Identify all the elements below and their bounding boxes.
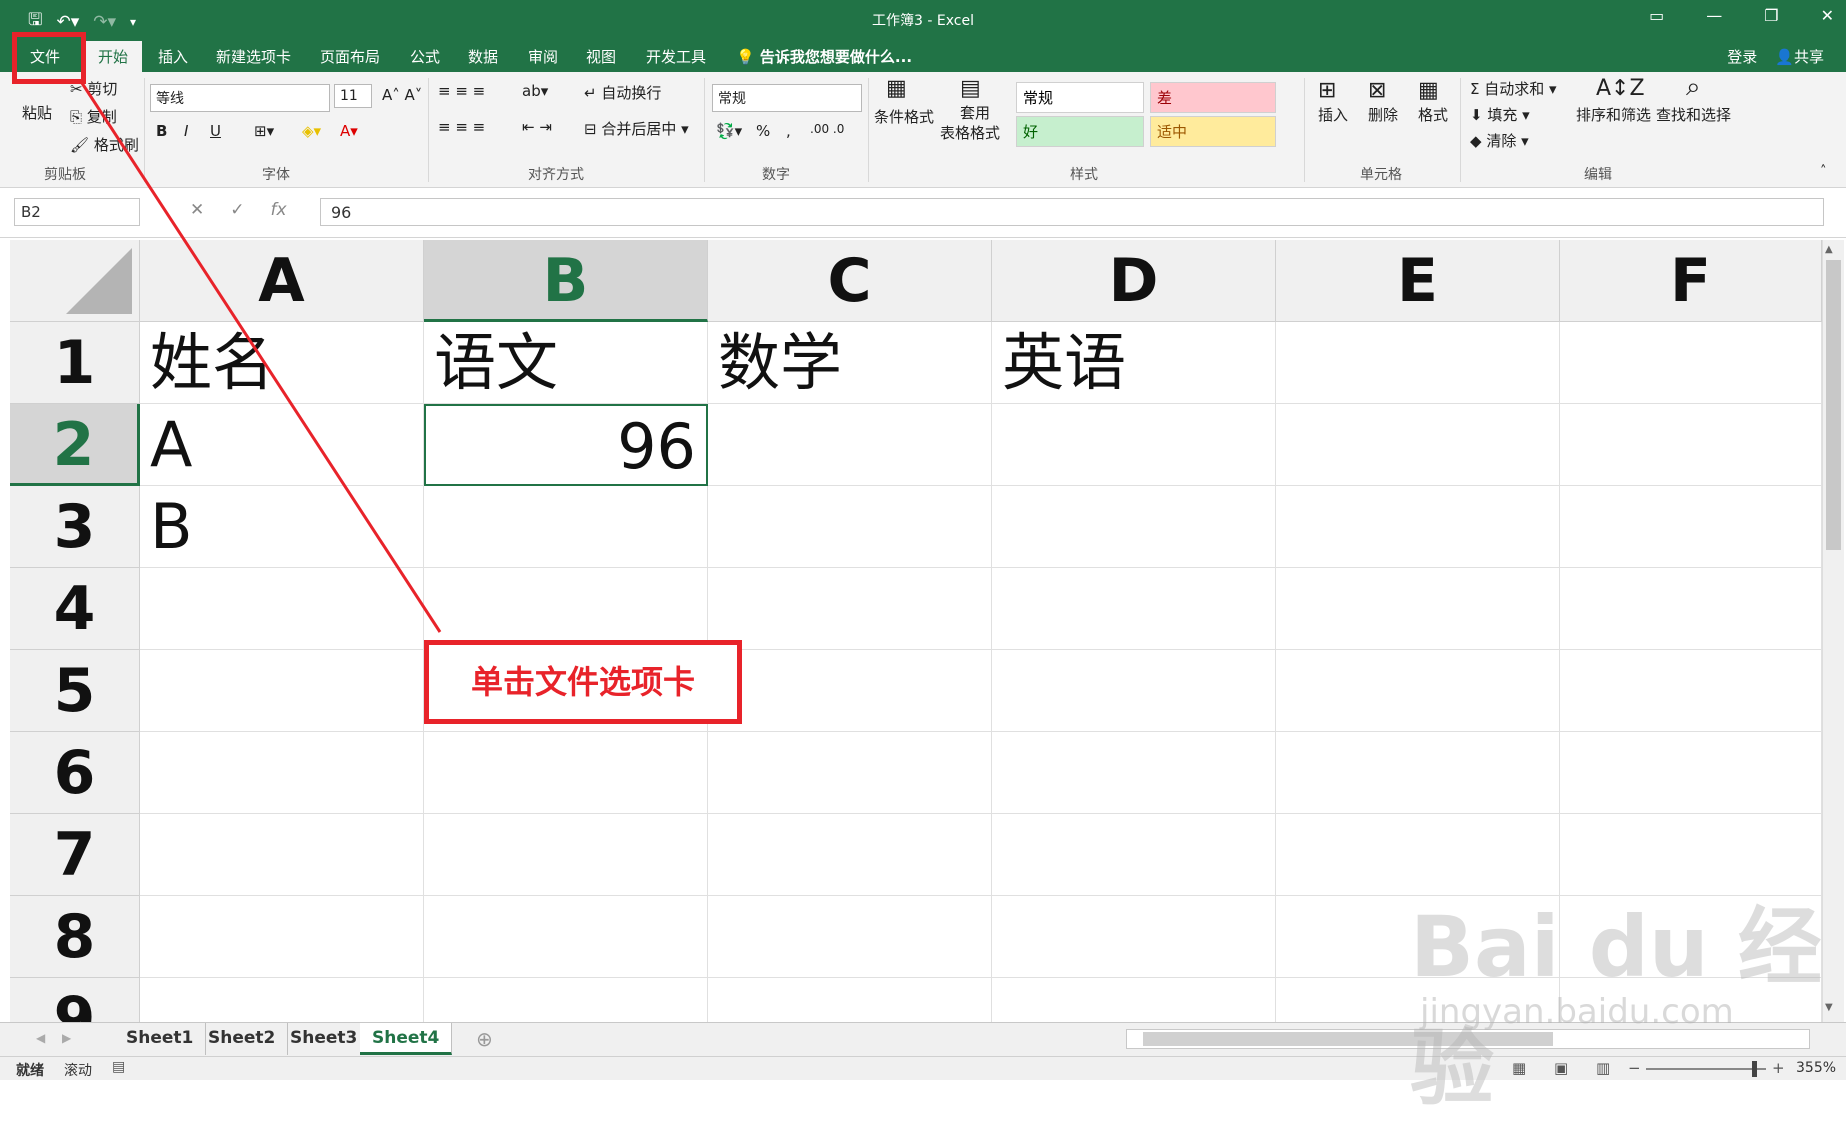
annotation-callout: 单击文件选项卡 [424, 640, 742, 724]
baidu-watermark-url: jingyan.baidu.com [1420, 992, 1734, 1032]
arrow-line [78, 79, 442, 633]
